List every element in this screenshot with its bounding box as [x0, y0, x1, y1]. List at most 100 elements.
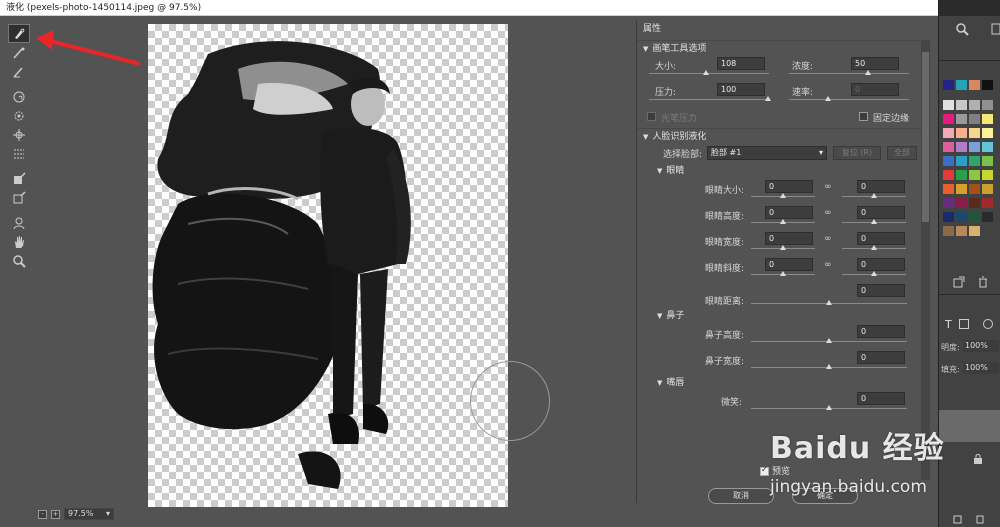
swatch[interactable] [943, 156, 954, 166]
swatch[interactable] [956, 114, 967, 124]
swatch[interactable] [982, 198, 993, 208]
nose-width-thumb[interactable] [826, 364, 832, 369]
size-slider-thumb[interactable] [703, 70, 709, 75]
swatch[interactable] [943, 212, 954, 222]
hand-tool-icon[interactable] [8, 232, 30, 251]
swatch[interactable] [956, 156, 967, 166]
trash-icon[interactable] [977, 276, 989, 288]
smooth-tool-icon[interactable] [8, 62, 30, 81]
size-input[interactable]: 108 [717, 57, 765, 70]
swatch[interactable] [969, 114, 980, 124]
swatch[interactable] [956, 80, 967, 90]
eye-size-left-thumb[interactable] [780, 193, 786, 198]
swatch[interactable] [982, 80, 993, 90]
link-icon[interactable]: ∞ [824, 208, 832, 218]
freeze-mask-tool-icon[interactable] [8, 169, 30, 188]
eye-height-left-input[interactable]: 0 [765, 206, 813, 219]
swatch[interactable] [943, 198, 954, 208]
swatch[interactable] [956, 212, 967, 222]
all-button[interactable]: 全部 [887, 146, 917, 160]
eye-tilt-left-thumb[interactable] [780, 271, 786, 276]
swatch[interactable] [943, 114, 954, 124]
swatch[interactable] [943, 170, 954, 180]
swatch[interactable] [956, 170, 967, 180]
eye-height-left-thumb[interactable] [780, 219, 786, 224]
face-aware-liquify-header[interactable]: ▼ 人脸识别液化 [637, 128, 921, 144]
size-slider[interactable] [649, 73, 769, 74]
workspace-switcher-icon[interactable] [991, 22, 1000, 36]
smile-thumb[interactable] [826, 405, 832, 410]
link-icon[interactable]: ∞ [824, 182, 832, 192]
swatch[interactable] [982, 184, 993, 194]
swatch[interactable] [956, 128, 967, 138]
nose-header[interactable]: ▼ 鼻子 [637, 309, 921, 324]
panel-scrollbar[interactable] [921, 40, 930, 480]
bloat-tool-icon[interactable] [8, 125, 30, 144]
opacity-input[interactable]: 100% [963, 340, 999, 352]
search-icon[interactable] [955, 22, 969, 36]
swatch[interactable] [943, 184, 954, 194]
reconstruct-tool-icon[interactable] [8, 43, 30, 62]
rate-slider[interactable] [789, 99, 909, 100]
text-layer-filter-icon[interactable]: T [945, 318, 952, 331]
reset-button[interactable]: 复位 (R) [833, 146, 881, 160]
swatch[interactable] [969, 100, 980, 110]
swatch[interactable] [982, 114, 993, 124]
swatch[interactable] [969, 212, 980, 222]
push-left-tool-icon[interactable] [8, 144, 30, 163]
pressure-slider-thumb[interactable] [765, 96, 771, 101]
eye-size-right-input[interactable]: 0 [857, 180, 905, 193]
select-face-dropdown[interactable]: 脸部 #1 ▾ [707, 146, 827, 160]
swatch[interactable] [969, 184, 980, 194]
swatch[interactable] [943, 100, 954, 110]
shape-layer-filter-icon[interactable] [959, 319, 969, 329]
zoom-level-select[interactable]: 97.5% ▾ [64, 508, 114, 520]
link-icon[interactable]: ∞ [824, 260, 832, 270]
swatch[interactable] [969, 156, 980, 166]
smart-object-filter-icon[interactable] [983, 319, 993, 329]
eye-tilt-right-thumb[interactable] [871, 271, 877, 276]
nose-height-input[interactable]: 0 [857, 325, 905, 338]
mouth-header[interactable]: ▼ 嘴唇 [637, 376, 921, 391]
zoom-in-button[interactable]: + [51, 509, 60, 519]
eye-distance-input[interactable]: 0 [857, 284, 905, 297]
swatch[interactable] [982, 100, 993, 110]
swatch[interactable] [956, 184, 967, 194]
rate-input[interactable]: 0 [851, 83, 899, 96]
swatch[interactable] [982, 156, 993, 166]
swatch[interactable] [943, 80, 954, 90]
zoom-tool-icon[interactable] [8, 251, 30, 270]
eye-distance-thumb[interactable] [826, 300, 832, 305]
face-tool-icon[interactable] [8, 213, 30, 232]
pressure-slider[interactable] [649, 99, 769, 100]
eye-width-right-input[interactable]: 0 [857, 232, 905, 245]
pin-edges-checkbox[interactable] [859, 112, 868, 121]
swatch[interactable] [982, 142, 993, 152]
swatch[interactable] [943, 226, 954, 236]
swatch[interactable] [982, 128, 993, 138]
new-swatch-icon[interactable] [953, 276, 965, 288]
forward-warp-tool-icon[interactable] [8, 24, 30, 43]
rate-slider-thumb[interactable] [825, 96, 831, 101]
swatch[interactable] [943, 142, 954, 152]
swatch[interactable] [969, 226, 980, 236]
eye-width-left-thumb[interactable] [780, 245, 786, 250]
density-slider[interactable] [789, 73, 909, 74]
eye-width-right-thumb[interactable] [871, 245, 877, 250]
brush-options-header[interactable]: ▼ 画笔工具选项 [637, 40, 921, 56]
eye-tilt-left-input[interactable]: 0 [765, 258, 813, 271]
pressure-input[interactable]: 100 [717, 83, 765, 96]
swatch[interactable] [969, 80, 980, 90]
swatch[interactable] [956, 226, 967, 236]
new-layer-icon[interactable] [953, 514, 963, 524]
eye-size-right-thumb[interactable] [871, 193, 877, 198]
eye-tilt-right-input[interactable]: 0 [857, 258, 905, 271]
smile-input[interactable]: 0 [857, 392, 905, 405]
density-slider-thumb[interactable] [865, 70, 871, 75]
link-icon[interactable]: ∞ [824, 234, 832, 244]
swatch[interactable] [943, 128, 954, 138]
swatch[interactable] [969, 128, 980, 138]
swatch[interactable] [982, 170, 993, 180]
nose-height-thumb[interactable] [826, 338, 832, 343]
eye-height-right-input[interactable]: 0 [857, 206, 905, 219]
